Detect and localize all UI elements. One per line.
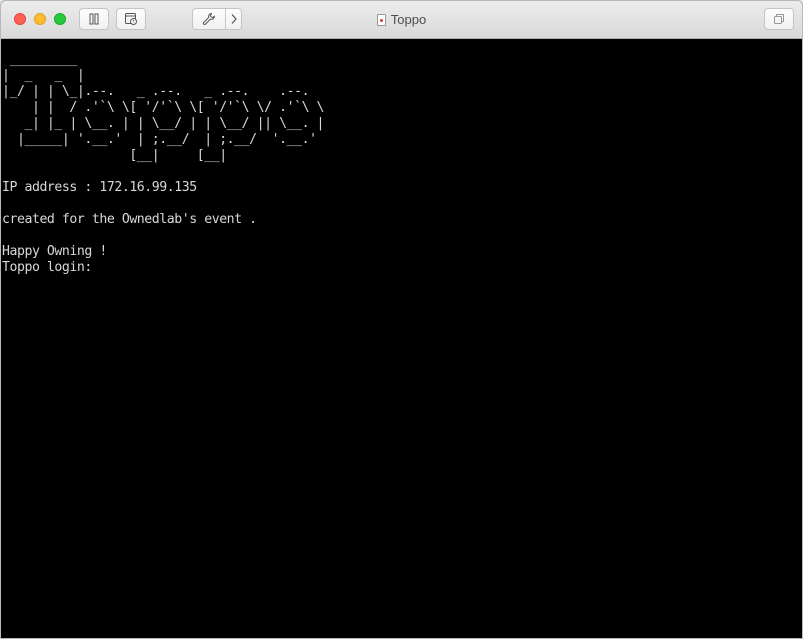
console-line: _________: [2, 52, 77, 67]
settings-button[interactable]: [193, 9, 227, 29]
console-output: _________ | _ _ | |_/ | | \_|.--. _ .--. _…: [2, 52, 325, 276]
console-line: created for the Ownedlab's event .: [2, 212, 257, 227]
snapshot-button[interactable]: [116, 8, 146, 30]
title-bar[interactable]: Toppo: [1, 1, 802, 39]
settings-more-button[interactable]: [226, 9, 241, 29]
console-line: |_____| '.__.' | ;.__/ | ;.__/ '.__.': [2, 132, 317, 147]
restore-window-button[interactable]: [764, 8, 794, 30]
console-line: Toppo login:: [2, 260, 100, 275]
console-line: _| |_ | \__. | | \__/ | | \__/ || \__. |: [2, 116, 325, 131]
close-window-button[interactable]: [14, 13, 26, 25]
console-line: [__| [__|: [2, 148, 227, 163]
zoom-window-button[interactable]: [54, 13, 66, 25]
console-line: | _ _ |: [2, 68, 85, 83]
snapshot-icon: [125, 13, 137, 25]
chevron-right-icon: [231, 14, 237, 24]
vm-window: Toppo _________ | _ _ | |_/ | | \_|.--. _ …: [0, 0, 803, 639]
window-title: Toppo: [390, 12, 427, 27]
console-line: IP address : 172.16.99.135: [2, 180, 197, 195]
console-line: Happy Owning !: [2, 244, 107, 259]
restore-window-icon: [774, 14, 784, 24]
wrench-icon: [203, 12, 216, 25]
minimize-window-button[interactable]: [34, 13, 46, 25]
pause-icon: [89, 13, 99, 25]
vm-console[interactable]: _________ | _ _ | |_/ | | \_|.--. _ .--. _…: [1, 39, 802, 638]
settings-button-group[interactable]: [192, 8, 242, 30]
vm-document-icon: [376, 13, 386, 26]
console-line: | | / .'`\ \[ '/'`\ \[ '/'`\ \/ .'`\ \: [2, 100, 325, 115]
console-line: |_/ | | \_|.--. _ .--. _ .--. .--.: [2, 84, 310, 99]
pause-vm-button[interactable]: [79, 8, 109, 30]
